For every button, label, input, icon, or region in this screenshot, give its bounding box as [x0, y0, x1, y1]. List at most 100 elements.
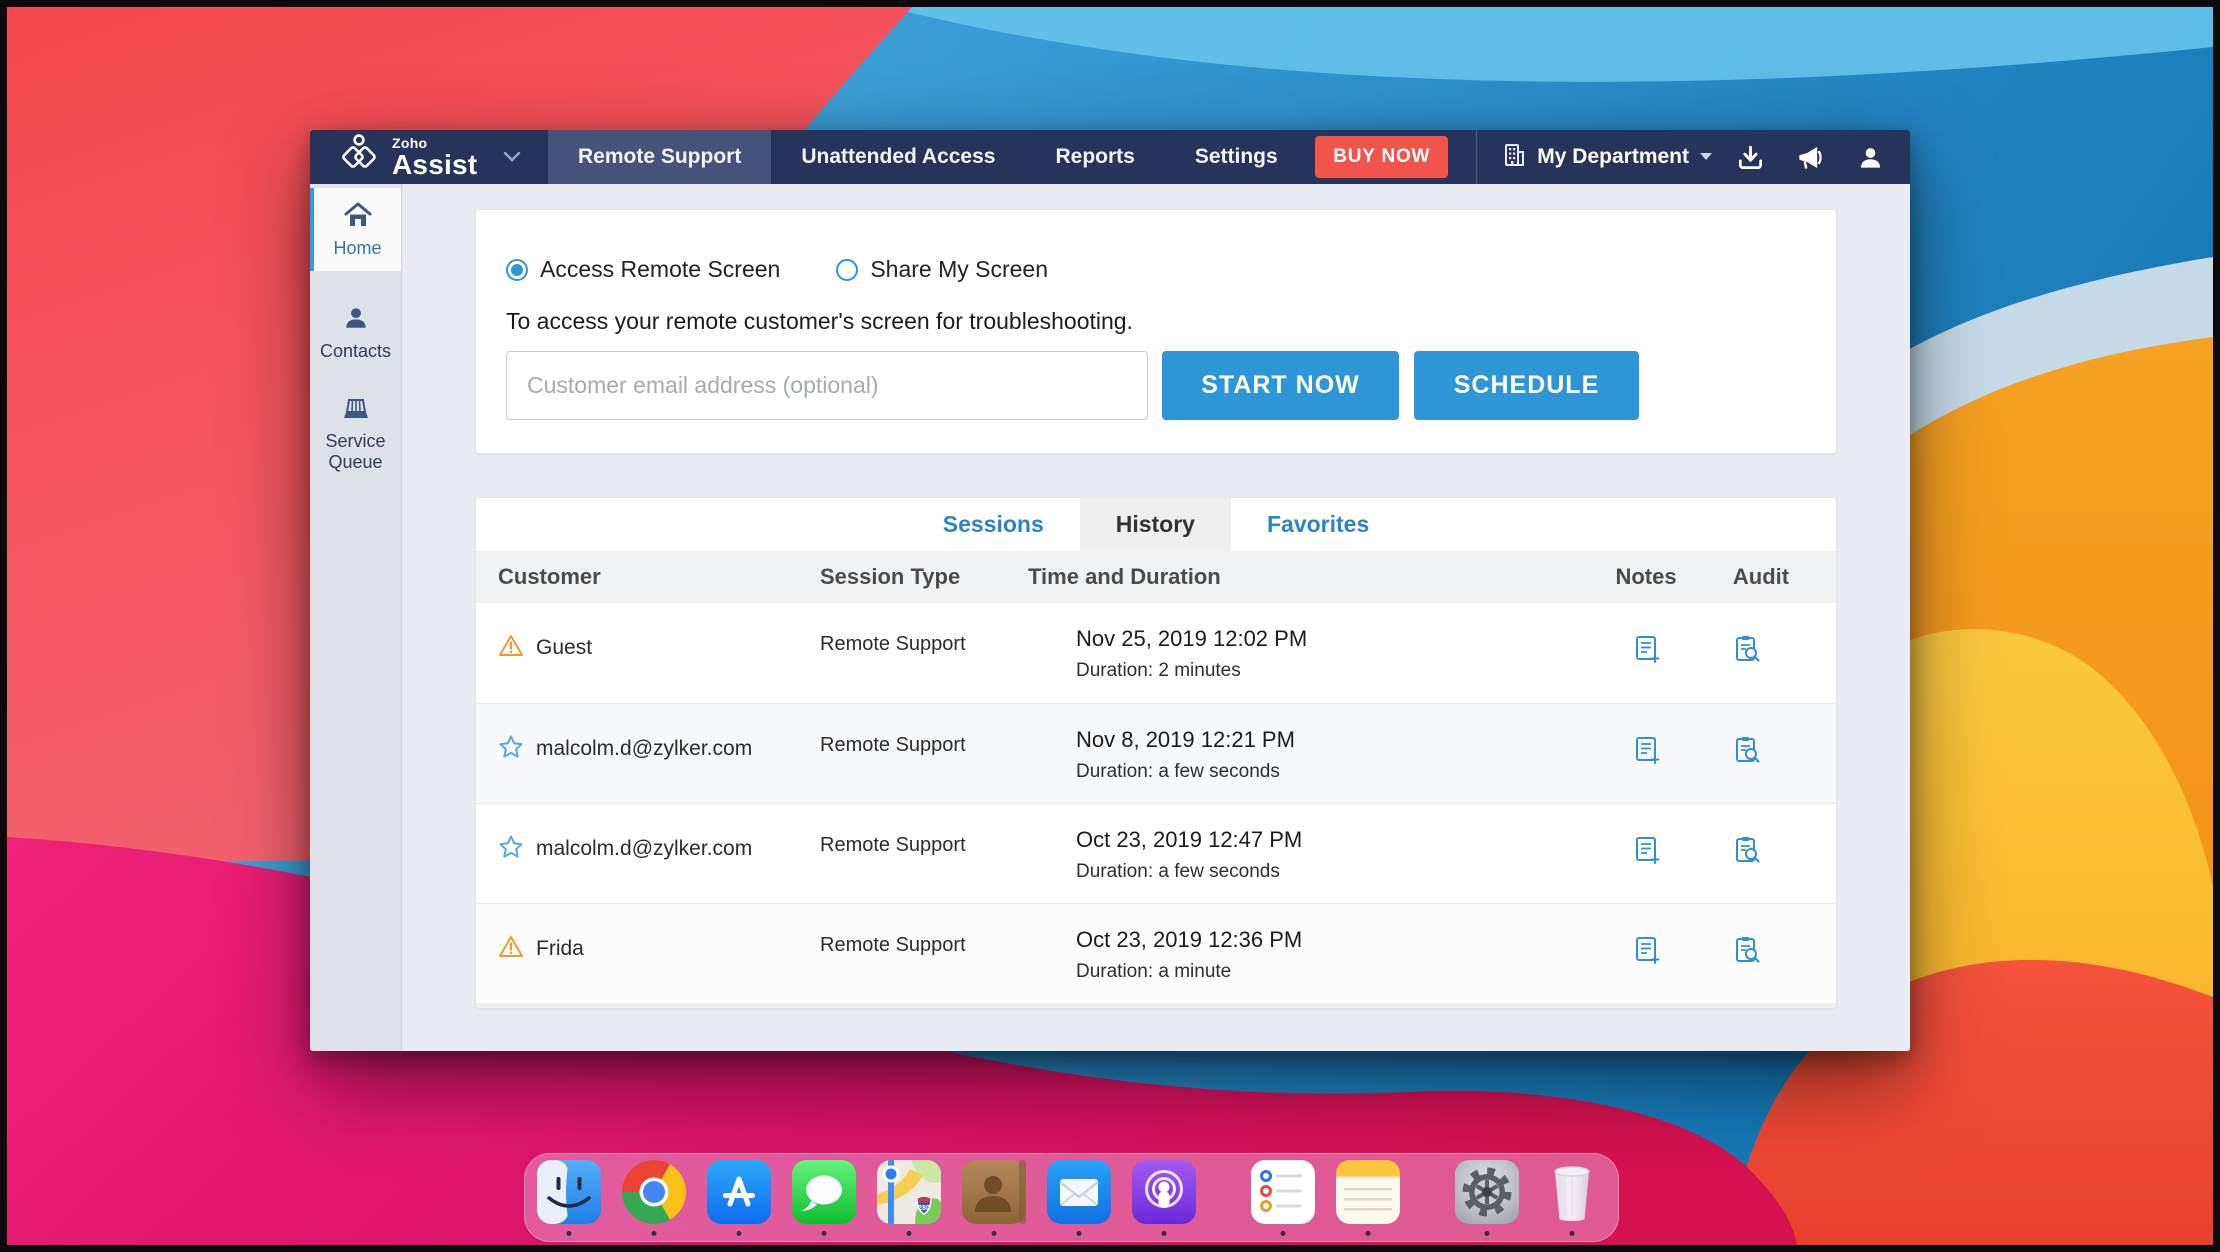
- macos-dock: 280: [524, 1153, 1619, 1242]
- session-start-card: Access Remote Screen Share My Screen To …: [476, 210, 1836, 453]
- nav-tab-unattended-access[interactable]: Unattended Access: [771, 130, 1025, 184]
- row-session-type: Remote Support: [820, 633, 966, 655]
- row-customer: Frida: [536, 937, 584, 960]
- history-table-header: Customer Session Type Time and Duration …: [476, 551, 1836, 603]
- app-store-icon: [707, 1160, 771, 1224]
- nav-tab-settings[interactable]: Settings: [1165, 130, 1308, 184]
- radio-selected-icon: [506, 258, 528, 281]
- brand-zoho: Zoho: [392, 134, 428, 151]
- system-preferences-icon: [1455, 1160, 1519, 1224]
- nav-right-controls: My Department: [1477, 130, 1910, 184]
- maps-icon: 280: [877, 1160, 941, 1224]
- table-row: malcolm.d@zylker.com Remote Support Nov …: [476, 703, 1836, 803]
- dock-app-maps[interactable]: 280: [877, 1160, 941, 1238]
- sidebar: Home Contacts Service Queue: [310, 184, 402, 1051]
- messages-icon: [792, 1160, 856, 1224]
- radio-access-remote-screen[interactable]: Access Remote Screen: [506, 256, 780, 283]
- add-note-icon[interactable]: [1632, 835, 1662, 865]
- megaphone-icon[interactable]: [1780, 130, 1841, 184]
- sidebar-contacts-label: Contacts: [319, 340, 392, 361]
- tab-history[interactable]: History: [1079, 498, 1231, 551]
- brand-chevron-down-icon[interactable]: [503, 151, 521, 163]
- running-indicator-dot: [1280, 1231, 1286, 1236]
- table-row: Frida Remote Support Oct 23, 2019 12:36 …: [476, 903, 1836, 1003]
- contacts-icon: [962, 1160, 1026, 1224]
- svg-text:280: 280: [918, 1205, 930, 1212]
- col-customer: Customer: [498, 564, 601, 589]
- home-icon: [344, 202, 372, 233]
- dock-app-system-preferences[interactable]: [1455, 1160, 1519, 1238]
- dock-app-chrome[interactable]: [622, 1160, 686, 1238]
- row-duration: Duration: a minute: [1076, 961, 1232, 982]
- contacts-person-icon: [343, 305, 369, 336]
- audit-icon[interactable]: [1732, 835, 1762, 865]
- star-icon[interactable]: [498, 834, 524, 860]
- department-selector[interactable]: My Department: [1477, 130, 1721, 184]
- running-indicator-dot: [1484, 1231, 1490, 1236]
- chrome-icon: [622, 1160, 686, 1224]
- audit-icon[interactable]: [1732, 634, 1762, 664]
- sidebar-item-service-queue[interactable]: Service Queue: [310, 395, 401, 472]
- sidebar-item-contacts[interactable]: Contacts: [310, 305, 401, 362]
- table-row: Guest Remote Support Nov 25, 2019 12:02 …: [476, 603, 1836, 703]
- dock-app-notes[interactable]: [1336, 1160, 1400, 1238]
- running-indicator-dot: [651, 1231, 657, 1236]
- col-session-type: Session Type: [820, 564, 961, 589]
- sessions-history-card: Sessions History Favorites Customer Sess…: [476, 498, 1836, 1008]
- tab-favorites[interactable]: Favorites: [1231, 498, 1405, 551]
- nav-tab-reports[interactable]: Reports: [1025, 130, 1164, 184]
- dock-app-contacts[interactable]: [962, 1160, 1026, 1238]
- sidebar-service-queue-label: Service Queue: [325, 431, 386, 473]
- running-indicator-dot: [1161, 1231, 1167, 1236]
- nav-tab-remote-support[interactable]: Remote Support: [548, 130, 772, 184]
- session-description: To access your remote customer's screen …: [506, 308, 1133, 334]
- sidebar-item-home[interactable]: Home: [310, 188, 401, 271]
- add-note-icon[interactable]: [1632, 634, 1662, 664]
- radio-share-my-screen[interactable]: Share My Screen: [836, 256, 1048, 283]
- user-account-icon[interactable]: [1841, 130, 1900, 184]
- running-indicator-dot: [566, 1231, 572, 1236]
- row-time: Oct 23, 2019 12:36 PM: [1076, 927, 1303, 952]
- schedule-button[interactable]: SCHEDULE: [1414, 351, 1639, 420]
- history-tabs: Sessions History Favorites: [476, 498, 1836, 551]
- tab-sessions[interactable]: Sessions: [907, 498, 1080, 551]
- dock-app-podcasts[interactable]: [1132, 1160, 1196, 1238]
- finder-icon: [537, 1160, 601, 1224]
- dock-app-app-store[interactable]: [707, 1160, 771, 1238]
- running-indicator-dot: [1076, 1231, 1082, 1236]
- row-session-type: Remote Support: [820, 834, 966, 856]
- warning-icon: [498, 934, 524, 960]
- row-customer: malcolm.d@zylker.com: [536, 737, 753, 760]
- row-duration: Duration: a few seconds: [1076, 861, 1280, 882]
- col-notes: Notes: [1615, 564, 1677, 589]
- mail-icon: [1047, 1160, 1111, 1224]
- service-queue-icon: [342, 395, 370, 426]
- dock-app-finder[interactable]: [537, 1160, 601, 1238]
- customer-email-input[interactable]: [506, 351, 1148, 420]
- zoho-assist-logo-icon: [336, 132, 382, 183]
- star-icon[interactable]: [498, 734, 524, 760]
- department-building-icon: [1501, 142, 1527, 173]
- row-customer: Guest: [536, 636, 593, 659]
- reminders-icon: [1251, 1160, 1315, 1224]
- dock-app-trash[interactable]: [1540, 1160, 1604, 1238]
- row-session-type: Remote Support: [820, 934, 966, 956]
- audit-icon[interactable]: [1732, 935, 1762, 965]
- download-icon[interactable]: [1721, 130, 1780, 184]
- dock-app-messages[interactable]: [792, 1160, 856, 1238]
- buy-now-button[interactable]: BUY NOW: [1315, 136, 1449, 178]
- row-customer: malcolm.d@zylker.com: [536, 837, 753, 860]
- start-now-button[interactable]: START NOW: [1162, 351, 1399, 420]
- add-note-icon[interactable]: [1632, 935, 1662, 965]
- zoho-assist-logo[interactable]: Zoho Assist: [310, 130, 548, 184]
- podcasts-icon: [1132, 1160, 1196, 1224]
- department-label: My Department: [1537, 145, 1689, 168]
- dock-app-mail[interactable]: [1047, 1160, 1111, 1238]
- audit-icon[interactable]: [1732, 735, 1762, 765]
- row-time: Nov 8, 2019 12:21 PM: [1076, 727, 1295, 752]
- table-row: malcolm.d@zylker.com Remote Support Oct …: [476, 803, 1836, 903]
- add-note-icon[interactable]: [1632, 735, 1662, 765]
- top-nav: Zoho Assist Remote Support Unattended Ac…: [310, 130, 1910, 184]
- dock-separator: [1217, 1160, 1230, 1224]
- dock-app-reminders[interactable]: [1251, 1160, 1315, 1238]
